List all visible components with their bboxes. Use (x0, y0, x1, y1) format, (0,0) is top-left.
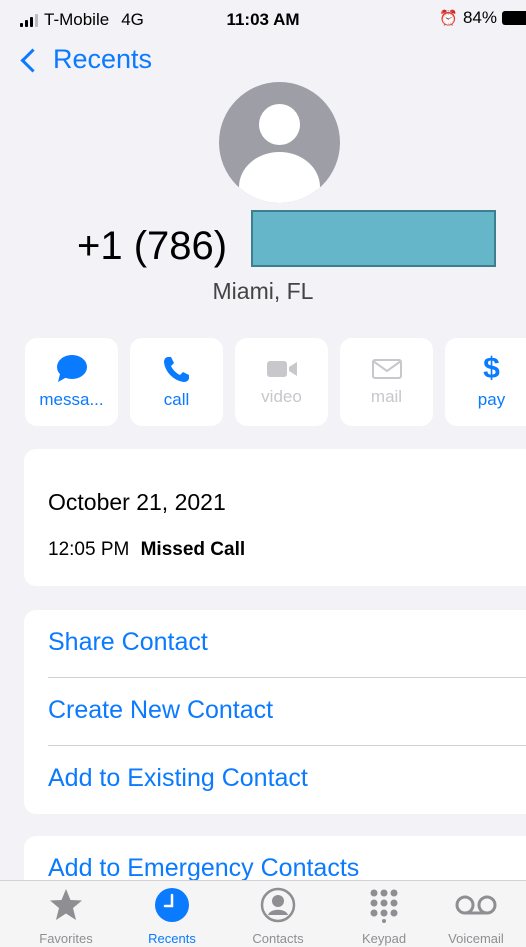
redaction-box (251, 210, 496, 267)
add-to-emergency-contacts-link[interactable]: Add to Emergency Contacts (48, 854, 359, 883)
phone-number: +1 (786) (77, 224, 228, 268)
back-button[interactable]: Recents (20, 44, 153, 75)
message-icon (56, 355, 87, 382)
status-bar: T-Mobile 4G 11:03 AM ⏰ 84% (0, 0, 526, 40)
pay-label: pay (477, 390, 506, 409)
action-row: messa... call video mail $ pay (25, 338, 526, 426)
tab-label: Keypad (361, 931, 407, 946)
tab-label: Favorites (39, 931, 93, 946)
tab-recents[interactable]: Recents (122, 887, 222, 946)
avatar-body (239, 152, 320, 203)
history-entry: 12:05 PM Missed Call (48, 539, 245, 561)
divider (48, 677, 526, 678)
battery-icon (502, 11, 526, 25)
tab-label: Contacts (252, 931, 304, 946)
back-label: Recents (53, 44, 153, 74)
mail-button[interactable]: mail (340, 338, 433, 426)
person-circle-icon (228, 887, 328, 923)
chevron-left-icon (20, 48, 45, 73)
mail-icon (371, 359, 402, 379)
tab-label: Voicemail (448, 931, 504, 946)
video-label: video (261, 387, 302, 406)
battery-label: 84% (462, 8, 497, 27)
tab-favorites[interactable]: Favorites (16, 887, 116, 946)
phone-icon (163, 357, 189, 382)
pay-button[interactable]: $ pay (445, 338, 526, 426)
alarm-icon: ⏰ (439, 10, 458, 27)
dollar-icon: $ (483, 352, 500, 385)
voicemail-icon (426, 887, 526, 923)
tab-keypad[interactable]: Keypad (334, 887, 434, 946)
history-type: Missed Call (140, 539, 246, 560)
history-date: October 21, 2021 (48, 489, 226, 515)
tab-voicemail[interactable]: Voicemail (426, 887, 526, 946)
add-to-existing-contact-link[interactable]: Add to Existing Contact (48, 764, 308, 793)
tab-contacts[interactable]: Contacts (228, 887, 328, 946)
message-label: messa... (39, 390, 104, 409)
clock-icon (122, 887, 222, 923)
location-label: Miami, FL (212, 278, 314, 304)
history-time: 12:05 PM (48, 539, 130, 560)
share-contact-link[interactable]: Share Contact (48, 628, 208, 657)
avatar (219, 82, 340, 203)
tab-label: Recents (148, 931, 196, 946)
keypad-icon (334, 887, 434, 923)
tab-bar: Favorites Recents Contacts Keypad Voicem… (0, 880, 526, 947)
divider (48, 745, 526, 746)
mail-label: mail (370, 387, 403, 406)
star-icon (16, 887, 116, 923)
call-button[interactable]: call (130, 338, 223, 426)
contact-options-card: Share Contact Create New Contact Add to … (24, 610, 526, 814)
create-new-contact-link[interactable]: Create New Contact (48, 696, 273, 725)
video-icon (266, 361, 297, 377)
message-button[interactable]: messa... (25, 338, 118, 426)
status-right: ⏰ 84% (439, 8, 526, 28)
avatar-head (259, 104, 300, 145)
video-button[interactable]: video (235, 338, 328, 426)
call-label: call (163, 390, 190, 409)
call-history-card: October 21, 2021 12:05 PM Missed Call (24, 449, 526, 586)
